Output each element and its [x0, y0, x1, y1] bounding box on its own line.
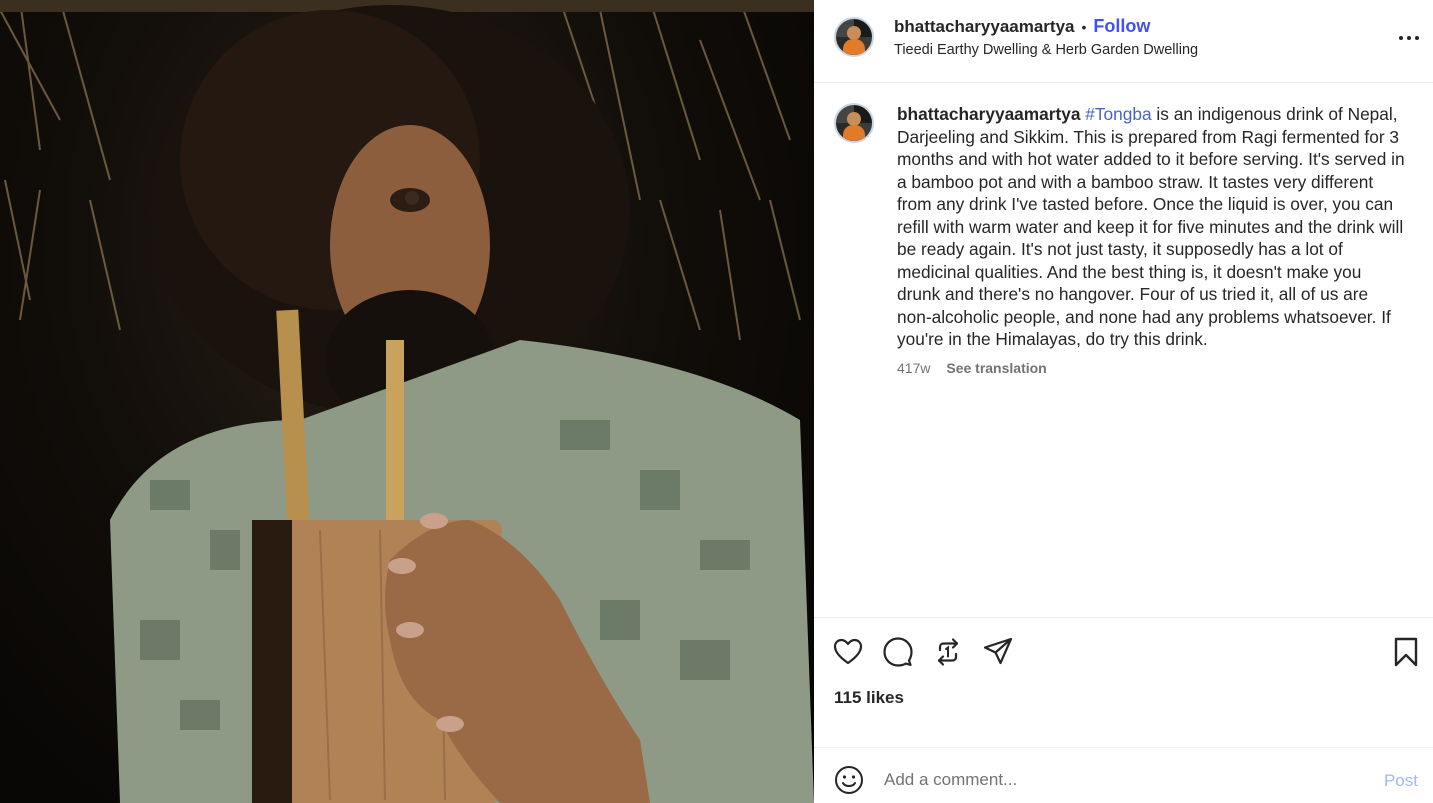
caption-username[interactable]: bhattacharyyaamartya [897, 104, 1080, 124]
comment-icon[interactable] [882, 636, 914, 668]
post-details-panel: bhattacharyyaamartya • Follow Tieedi Earth… [814, 0, 1433, 803]
see-translation-button[interactable]: See translation [946, 360, 1046, 376]
caption-text: bhattacharyyaamartya #Tongba is an indig… [897, 103, 1407, 351]
action-bar: 115 likes [814, 617, 1433, 747]
location-link[interactable]: Tieedi Earthy Dwelling & Herb Garden Dwe… [894, 42, 1198, 58]
caption-avatar[interactable] [834, 103, 874, 143]
post-comment-button[interactable]: Post [1384, 771, 1418, 791]
bookmark-icon[interactable] [1390, 636, 1422, 668]
post-photo[interactable] [0, 0, 814, 803]
separator-dot: • [1081, 19, 1087, 35]
repost-icon[interactable] [932, 636, 964, 668]
comments-section: bhattacharyyaamartya #Tongba is an indig… [814, 84, 1433, 617]
comment-input[interactable] [884, 768, 1344, 792]
share-icon[interactable] [982, 636, 1014, 668]
photo-illustration [0, 0, 814, 803]
more-options-icon[interactable] [1399, 28, 1423, 48]
author-avatar[interactable] [834, 17, 874, 57]
follow-button[interactable]: Follow [1093, 16, 1150, 36]
post-age[interactable]: 417w [897, 360, 930, 376]
header-text: bhattacharyyaamartya • Follow Tieedi Earth… [894, 16, 1198, 58]
caption-meta: 417w See translation [897, 360, 1047, 376]
likes-count[interactable]: 115 likes [834, 688, 904, 708]
emoji-icon[interactable] [834, 765, 864, 795]
heart-icon[interactable] [832, 636, 864, 668]
comment-bar: Post [814, 747, 1433, 803]
post-header: bhattacharyyaamartya • Follow Tieedi Earth… [814, 0, 1433, 83]
hashtag-link[interactable]: #Tongba [1085, 104, 1151, 124]
author-username[interactable]: bhattacharyyaamartya [894, 17, 1074, 36]
caption-body: is an indigenous drink of Nepal, Darjeel… [897, 104, 1405, 349]
